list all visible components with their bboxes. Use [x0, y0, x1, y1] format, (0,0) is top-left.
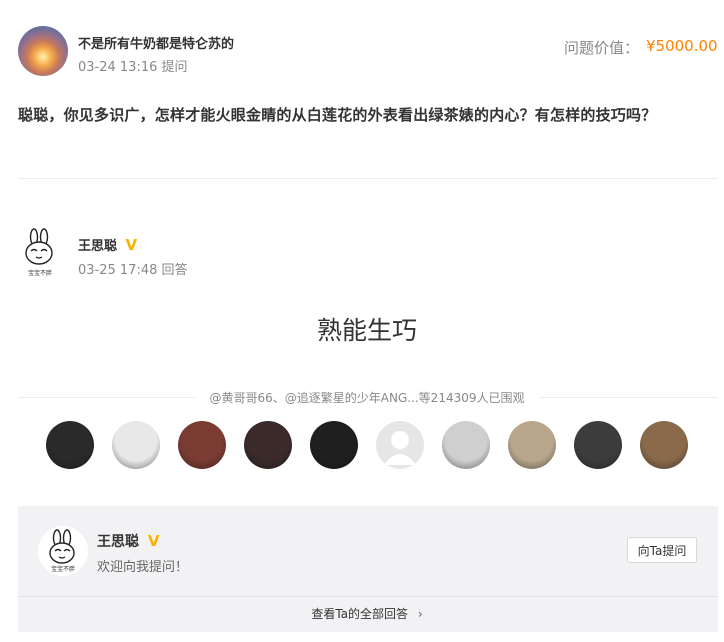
ask-time: 03-24 13:16 提问	[78, 60, 188, 75]
viewer-avatar[interactable]	[112, 421, 160, 469]
viewer-avatar[interactable]	[46, 421, 94, 469]
viewer-avatar[interactable]	[508, 421, 556, 469]
ask-question-button[interactable]: 向Ta提问	[627, 537, 697, 563]
answer-time: 03-25 17:48 回答	[78, 263, 188, 278]
answerer-name[interactable]: 王思聪 V	[78, 235, 137, 254]
viewers-summary-text[interactable]: @黄哥哥66、@追逐繁星的少年ANG...等214309人已围观	[195, 391, 539, 405]
divider	[18, 178, 718, 179]
viewer-avatar[interactable]	[574, 421, 622, 469]
footer-avatar[interactable]: 宝宝不胖	[38, 526, 88, 576]
footer-name[interactable]: 王思聪 V	[97, 531, 159, 551]
verified-badge-icon: V	[125, 236, 138, 254]
answerer-name-text[interactable]: 王思聪	[78, 239, 117, 254]
price-label: 问题价值：	[564, 39, 640, 57]
answer-text: 熟能生巧	[316, 316, 417, 345]
footer-divider	[18, 596, 718, 597]
viewer-avatar[interactable]	[376, 421, 424, 469]
default-user-icon	[384, 431, 416, 465]
view-all-label[interactable]: 查看Ta的全部回答	[311, 607, 408, 621]
footer-welcome: 欢迎向我提问！	[97, 560, 189, 575]
chevron-right-icon: ›	[417, 607, 423, 621]
viewer-avatar[interactable]	[244, 421, 292, 469]
viewer-avatar[interactable]	[310, 421, 358, 469]
footer-name-text[interactable]: 王思聪	[97, 534, 139, 550]
viewer-avatar[interactable]	[640, 421, 688, 469]
asker-avatar[interactable]	[18, 26, 68, 76]
viewers-summary[interactable]: @黄哥哥66、@追逐繁星的少年ANG...等214309人已围观	[0, 389, 724, 406]
verified-badge-icon: V	[147, 532, 160, 550]
avatar-caption: 宝宝不胖	[51, 565, 75, 573]
question-text: 聪聪，你见多识广，怎样才能火眼金睛的从白莲花的外表看出绿茶婊的内心？有怎样的技巧…	[18, 106, 657, 124]
avatar-caption: 宝宝不胖	[28, 269, 52, 277]
viewer-avatar[interactable]	[442, 421, 490, 469]
answerer-avatar[interactable]: 宝宝不胖	[18, 228, 62, 278]
price-value: ¥5000.00	[646, 37, 718, 55]
viewer-avatar[interactable]	[178, 421, 226, 469]
bunny-avatar-icon: 宝宝不胖	[25, 228, 53, 277]
asker-name[interactable]: 不是所有牛奶都是特仑苏的	[78, 33, 234, 52]
bunny-avatar-icon: 宝宝不胖	[38, 526, 88, 576]
view-all-answers-link[interactable]: 查看Ta的全部回答 ›	[0, 605, 724, 622]
